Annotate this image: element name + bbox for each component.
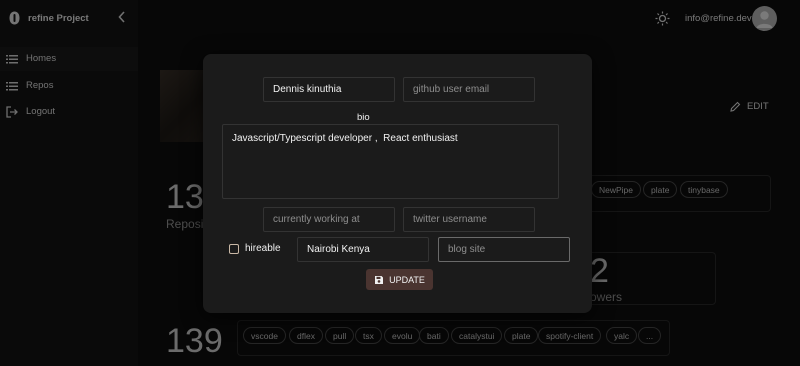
company-input[interactable] [263,207,395,232]
save-icon [375,275,384,284]
twitter-input[interactable] [403,207,535,232]
bio-textarea[interactable]: Javascript/Typescript developer , React … [222,124,559,199]
blog-input[interactable] [438,237,570,262]
update-button[interactable]: UPDATE [366,269,433,290]
bio-label: bio [357,112,370,123]
location-input[interactable] [297,237,429,262]
edit-profile-modal: bio Javascript/Typescript developer , Re… [203,54,592,313]
email-input[interactable] [403,77,535,102]
name-input[interactable] [263,77,395,102]
hireable-checkbox[interactable] [229,244,239,254]
update-label: UPDATE [389,274,425,285]
hireable-label: hireable [245,243,281,254]
